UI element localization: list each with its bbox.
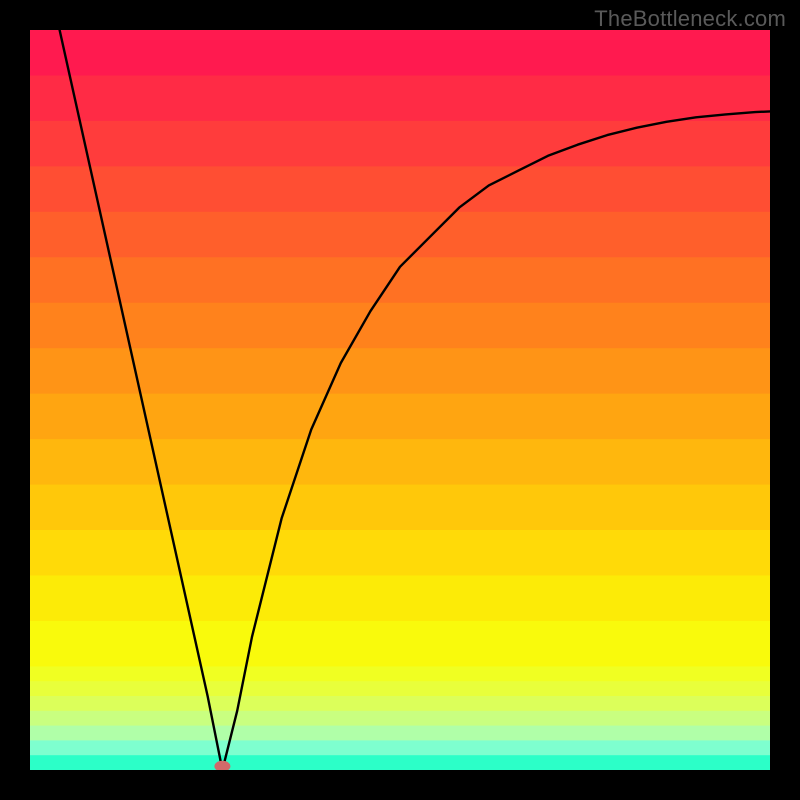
watermark-text: TheBottleneck.com [594, 6, 786, 32]
chart-container: TheBottleneck.com [0, 0, 800, 800]
plot-area [30, 30, 770, 770]
chart-svg [30, 30, 770, 770]
